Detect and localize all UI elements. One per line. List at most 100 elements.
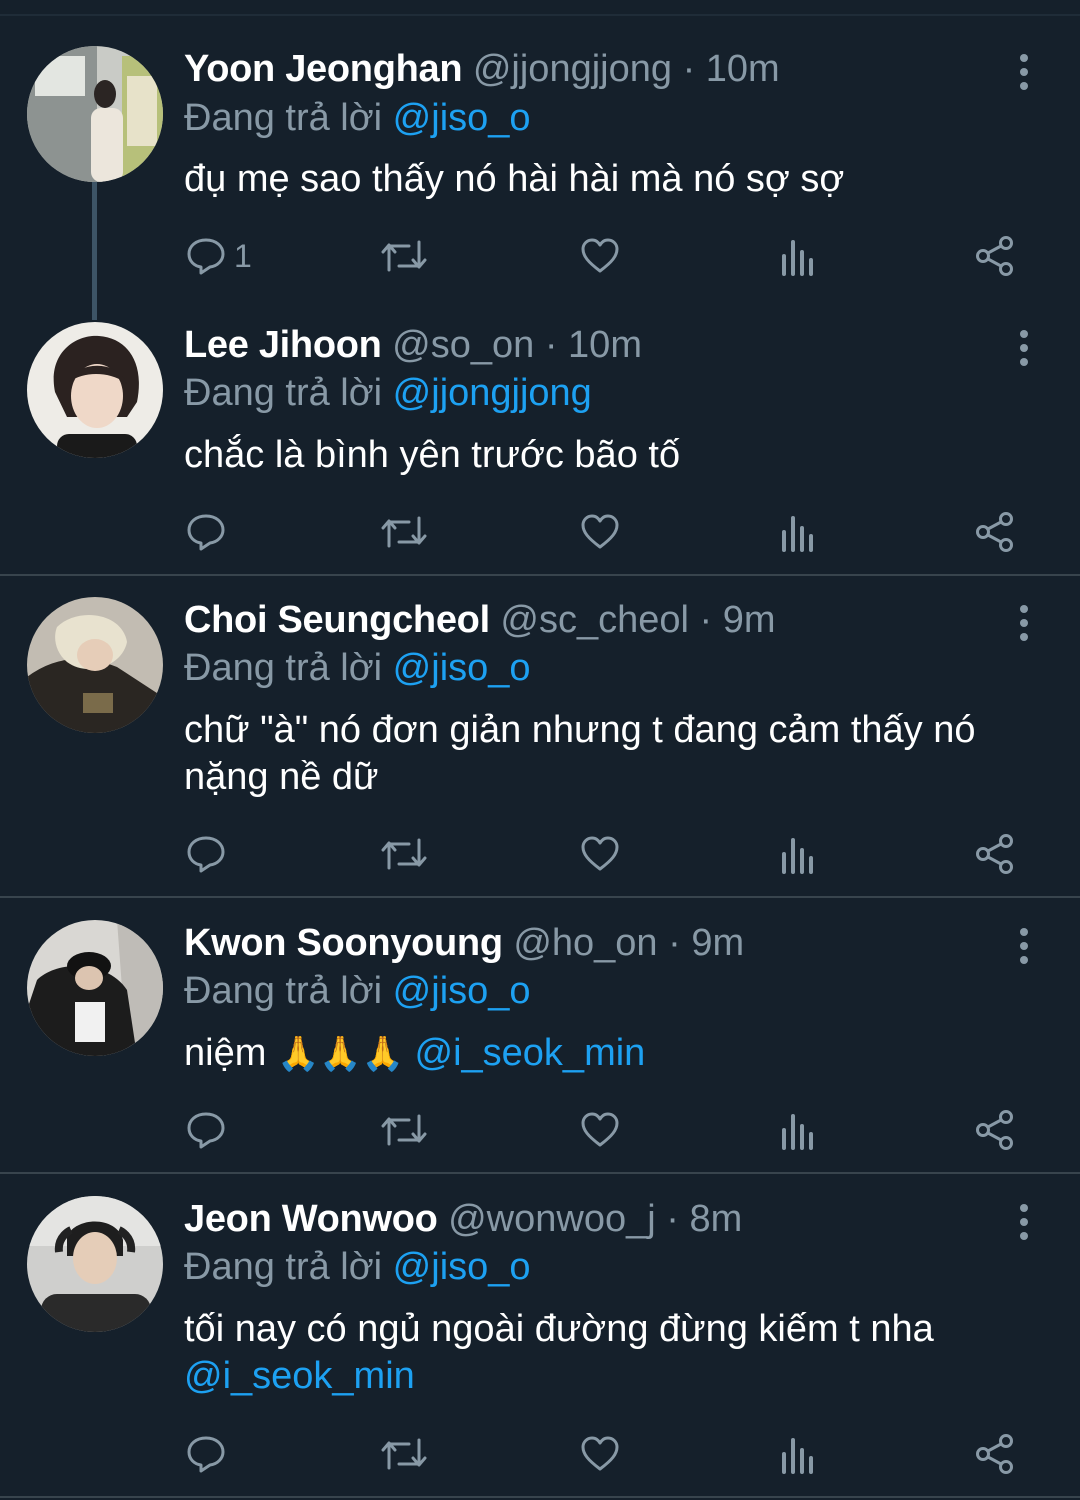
tweet-text-content: chữ "à" nó đơn giản nhưng t đang cảm thấ… — [184, 709, 976, 798]
reply-button[interactable] — [186, 508, 226, 556]
share-icon — [976, 512, 1013, 552]
reply-icon — [187, 1112, 225, 1149]
author-name[interactable]: Choi Seungcheol — [184, 599, 490, 641]
tweet-text-content: tối nay có ngủ ngoài đường đừng kiếm t n… — [184, 1308, 934, 1350]
like-button[interactable] — [580, 1430, 620, 1478]
top-divider — [0, 14, 1080, 16]
reply-prefix: Đang trả lời — [184, 97, 383, 139]
reply-icon — [187, 238, 225, 275]
author-handle[interactable]: @sc_cheol — [500, 599, 689, 641]
author-name[interactable]: Jeon Wonwoo — [184, 1198, 438, 1240]
share-icon — [976, 1110, 1013, 1150]
tweet-text: chữ "à" nó đơn giản nhưng t đang cảm thấ… — [184, 707, 1044, 801]
like-button[interactable] — [580, 1106, 620, 1154]
analytics-button[interactable] — [780, 508, 816, 556]
share-button[interactable] — [974, 508, 1016, 556]
analytics-icon — [782, 1114, 813, 1150]
analytics-icon — [782, 516, 813, 552]
reply-icon — [187, 1436, 225, 1473]
author-name[interactable]: Yoon Jeonghan — [184, 48, 463, 90]
like-button[interactable] — [580, 830, 620, 878]
reply-button[interactable] — [186, 830, 226, 878]
mention-link[interactable]: @i_seok_min — [184, 1355, 415, 1397]
heart-icon — [581, 836, 619, 871]
reply-prefix: Đang trả lời — [184, 970, 383, 1012]
retweet-button[interactable] — [380, 508, 428, 556]
share-button[interactable] — [974, 830, 1016, 878]
reply-context: Đang trả lời @jiso_o — [184, 1243, 531, 1291]
retweet-icon — [381, 516, 427, 548]
more-vertical-icon[interactable] — [1014, 605, 1034, 641]
tweet-divider — [0, 1496, 1080, 1498]
reply-to-mention[interactable]: @jiso_o — [393, 970, 531, 1012]
reply-prefix: Đang trả lời — [184, 1246, 383, 1288]
author-name[interactable]: Kwon Soonyoung — [184, 922, 503, 964]
timestamp[interactable]: 8m — [689, 1198, 742, 1240]
reply-prefix: Đang trả lời — [184, 647, 383, 689]
reply-to-mention[interactable]: @jiso_o — [393, 97, 531, 139]
reply-button[interactable]: 1 — [186, 232, 252, 280]
tweet-text: niệm 🙏🙏🙏 @i_seok_min — [184, 1030, 1044, 1078]
author-name[interactable]: Lee Jihoon — [184, 324, 382, 366]
praying-hands-emoji: 🙏🙏🙏 — [276, 1035, 404, 1073]
avatar[interactable] — [27, 322, 163, 458]
avatar[interactable] — [27, 597, 163, 733]
share-icon — [976, 1434, 1013, 1474]
share-button[interactable] — [974, 232, 1016, 280]
separator-dot: · — [682, 48, 696, 90]
author-handle[interactable]: @jjongjjong — [473, 48, 672, 90]
timestamp[interactable]: 10m — [568, 324, 642, 366]
timestamp[interactable]: 10m — [706, 48, 780, 90]
retweet-icon — [381, 838, 427, 870]
reply-to-mention[interactable]: @jiso_o — [393, 647, 531, 689]
avatar[interactable] — [27, 920, 163, 1056]
author-handle[interactable]: @wonwoo_j — [448, 1198, 656, 1240]
share-icon — [976, 834, 1013, 874]
timestamp[interactable]: 9m — [691, 922, 744, 964]
analytics-button[interactable] — [780, 232, 816, 280]
analytics-button[interactable] — [780, 1106, 816, 1154]
mention-link[interactable]: @i_seok_min — [415, 1032, 646, 1074]
separator-dot: · — [666, 1198, 679, 1240]
heart-icon — [581, 238, 619, 273]
retweet-icon — [381, 1114, 427, 1146]
author-handle[interactable]: @ho_on — [513, 922, 657, 964]
tweet-text-content: đụ mẹ sao thấy nó hài hài mà nó sợ sợ — [184, 158, 845, 200]
reply-to-mention[interactable]: @jiso_o — [393, 1246, 531, 1288]
tweet-text-content: niệm — [184, 1032, 267, 1074]
analytics-icon — [782, 240, 813, 276]
tweet-text: chắc là bình yên trước bão tố — [184, 432, 1044, 479]
reply-icon — [187, 514, 225, 551]
analytics-button[interactable] — [780, 1430, 816, 1478]
share-button[interactable] — [974, 1106, 1016, 1154]
heart-icon — [581, 1112, 619, 1147]
author-handle[interactable]: @so_on — [392, 324, 534, 366]
like-button[interactable] — [580, 232, 620, 280]
reply-to-mention[interactable]: @jjongjjong — [393, 372, 592, 414]
more-vertical-icon[interactable] — [1014, 54, 1034, 90]
analytics-icon — [782, 1438, 813, 1474]
tweet-divider — [0, 574, 1080, 576]
more-vertical-icon[interactable] — [1014, 1204, 1034, 1240]
reply-button[interactable] — [186, 1106, 226, 1154]
like-button[interactable] — [580, 508, 620, 556]
avatar[interactable] — [27, 1196, 163, 1332]
avatar[interactable] — [27, 46, 163, 182]
analytics-button[interactable] — [780, 830, 816, 878]
more-vertical-icon[interactable] — [1014, 330, 1034, 366]
retweet-button[interactable] — [380, 1106, 428, 1154]
share-button[interactable] — [974, 1430, 1016, 1478]
retweet-icon — [381, 240, 427, 272]
reply-context: Đang trả lời @jiso_o — [184, 967, 531, 1015]
reply-count: 1 — [234, 237, 252, 274]
retweet-button[interactable] — [380, 232, 428, 280]
reply-button[interactable] — [186, 1430, 226, 1478]
tweet-text-content: chắc là bình yên trước bão tố — [184, 434, 681, 476]
retweet-button[interactable] — [380, 830, 428, 878]
retweet-button[interactable] — [380, 1430, 428, 1478]
tweet-divider — [0, 1172, 1080, 1174]
more-vertical-icon[interactable] — [1014, 928, 1034, 964]
timestamp[interactable]: 9m — [723, 599, 776, 641]
analytics-icon — [782, 838, 813, 874]
separator-dot: · — [699, 599, 713, 641]
